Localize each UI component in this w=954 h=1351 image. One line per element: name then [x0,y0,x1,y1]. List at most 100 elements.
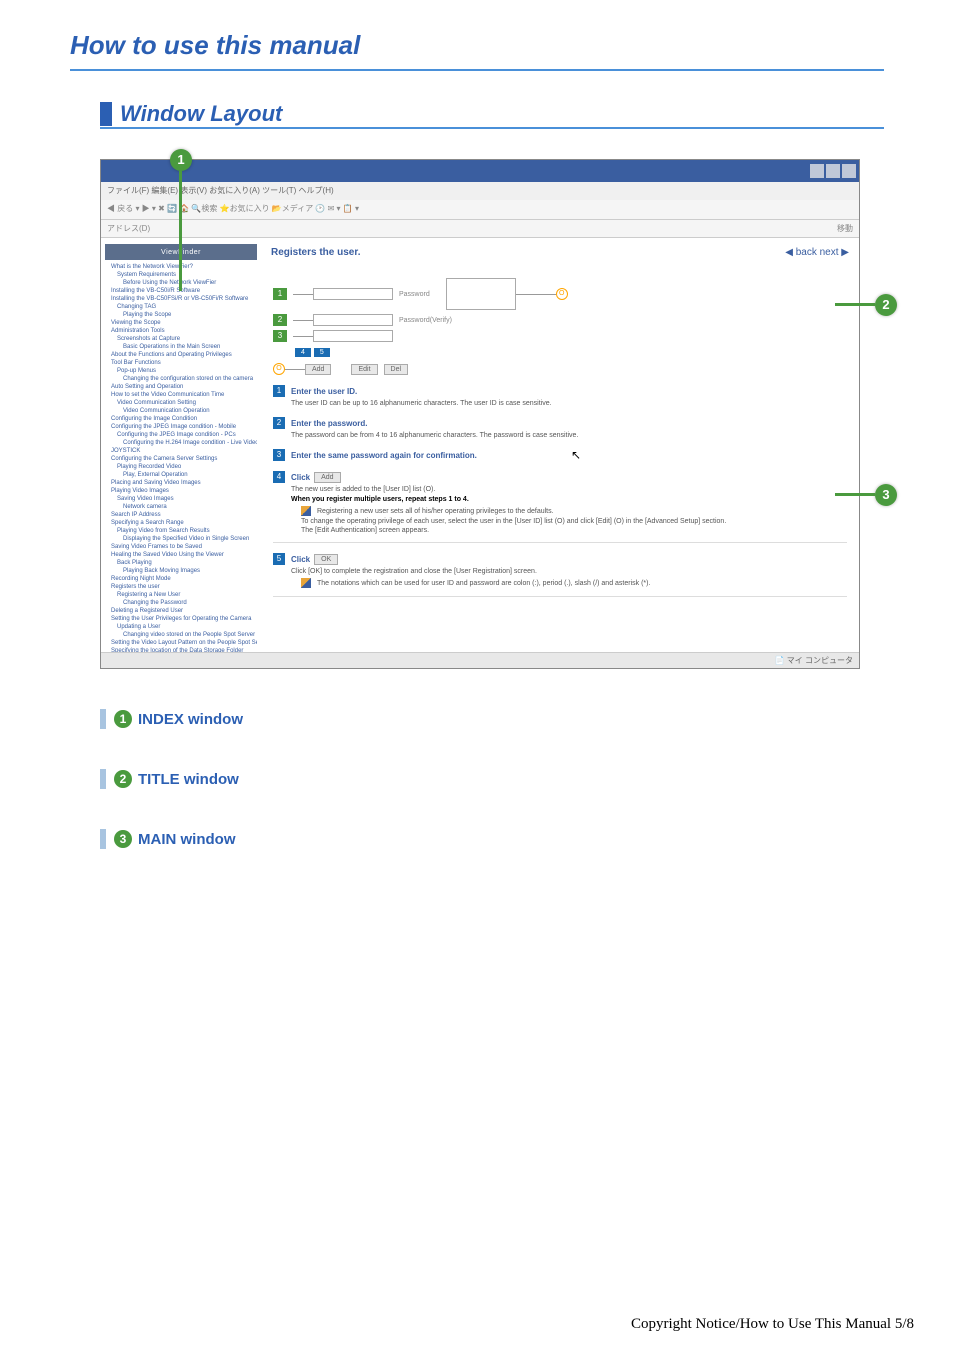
toolbar: ◀ 戻る ▾ ▶ ▾ ✖ 🔄 🏠 🔍検索 ⭐お気に入り 📂メディア 🕑 ✉ ▾ … [101,200,859,220]
sidebar-item: Back Playing [105,559,257,567]
label-circle-3: 3 [114,830,132,848]
sidebar-item: Healing the Saved Video Using the Viewer [105,551,257,559]
label-circle-1: 1 [114,710,132,728]
sidebar-item: Viewing the Scope [105,319,257,327]
userid-input [313,288,393,300]
main-title: Registers the user. [271,247,360,258]
sidebar-item: Saving Video Frames to be Saved [105,543,257,551]
sidebar-item: Playing the Scope [105,311,257,319]
sec4-body: The new user is added to the [User ID] l… [291,486,847,493]
edit-btn-illus: Add [305,364,331,375]
pencil-icon [301,506,311,516]
sidebar-item: Specifying a Search Range [105,519,257,527]
sec2-body: The password can be from 4 to 16 alphanu… [291,432,847,439]
label-text-3: MAIN window [138,831,236,848]
sec1-title: Enter the user ID. [291,387,357,396]
password-verify-input [313,330,393,342]
sidebar-item: Configuring the JPEG Image condition - M… [105,423,257,431]
page-heading: How to use this manual [70,30,884,71]
main-body: 1 Password O 2 Password(Veri [261,266,859,613]
callout-o-1: O [556,288,568,300]
label-bar-decor [100,769,106,789]
sidebar-item: Video Communication Setting [105,399,257,407]
list-box [446,278,516,310]
address-label: アドレス(D) [107,223,150,234]
note4: The notations which can be used for user… [317,580,650,587]
step-3: 3 [273,330,287,342]
cursor-icon: ↖ [571,448,581,462]
subheading: Window Layout [120,101,282,127]
add-btn-illus: 4 [295,348,311,357]
sidebar-item: Basic Operations in the Main Screen [105,343,257,351]
sidebar-item: Configuring the JPEG Image condition - P… [105,431,257,439]
del-btn-illus2: Del [384,364,409,375]
note2: To change the operating privilege of eac… [301,518,847,525]
sidebar-item: Setting the Video Layout Pattern on the … [105,639,257,647]
main-pane: Registers the user. ◀ back next ▶ 1 Pass… [261,238,859,668]
sidebar-item: Installing the VB-C50FSi/R or VB-C50Fi/R… [105,295,257,303]
password-verify-label: Password(Verify) [399,317,452,324]
sidebar-item: Play, External Operation [105,471,257,479]
sec2-num: 2 [273,417,285,429]
sidebar-item: Changing TAG [105,303,257,311]
embedded-screenshot: ファイル(F) 編集(E) 表示(V) お気に入り(A) ツール(T) ヘルプ(… [100,159,860,669]
sidebar-item: About the Functions and Operating Privil… [105,351,257,359]
callout-marker-3: 3 [875,484,897,506]
sidebar-item: Changing the configuration stored on the… [105,375,257,383]
note1: Registering a new user sets all of his/h… [317,508,554,515]
sidebar-item: How to set the Video Communication Time [105,391,257,399]
sidebar-item: JOYSTICK [105,447,257,455]
go-label: 移動 [837,223,853,234]
sidebar-item: Pop-up Menus [105,367,257,375]
maximize-icon [826,164,840,178]
sidebar-item: Auto Setting and Operation [105,383,257,391]
page-nav: ◀ back next ▶ [785,247,849,258]
sec5-num: 5 [273,553,285,565]
sidebar-item: Deleting a Registered User [105,607,257,615]
sec4-num: 4 [273,471,285,483]
menubar: ファイル(F) 編集(E) 表示(V) お気に入り(A) ツール(T) ヘルプ(… [101,182,859,200]
sec3-title: Enter the same password again for confir… [291,451,477,460]
label-text-1: INDEX window [138,711,243,728]
minimize-icon [810,164,824,178]
sidebar-item: Playing Video from Search Results [105,527,257,535]
step-2: 2 [273,314,287,326]
label-row-3: 3 MAIN window [100,829,884,849]
password-label-hint: Password [399,291,430,298]
sidebar-item: Search IP Address [105,511,257,519]
label-bar-decor [100,709,106,729]
sec4-bold: When you register multiple users, repeat… [291,496,847,503]
address-bar: アドレス(D) 移動 [101,220,859,238]
index-sidebar: ViewFinder What is the Network ViewFier?… [101,238,261,668]
sec1-body: The user ID can be up to 16 alphanumeric… [291,400,847,407]
subheading-decor [100,102,112,126]
page-footer: Copyright Notice/How to Use This Manual … [631,1316,914,1333]
pencil-icon-2 [301,578,311,588]
sidebar-item: Configuring the Camera Server Settings [105,455,257,463]
label-row-1: 1 INDEX window [100,709,884,729]
ok-btn-illus: 5 [314,348,330,357]
sidebar-item: Recording Night Mode [105,575,257,583]
sidebar-item: Tool Bar Functions [105,359,257,367]
sidebar-item: Saving Video Images [105,495,257,503]
callout-marker-1: 1 [170,149,192,171]
sidebar-item: Network camera [105,503,257,511]
sidebar-item: Updating a User [105,623,257,631]
sec4-btn: Add [314,472,340,483]
sidebar-item: Changing the Password [105,599,257,607]
sec3-num: 3 [273,449,285,461]
note3: The [Edit Authentication] screen appears… [301,527,847,534]
browser-body: ViewFinder What is the Network ViewFier?… [101,238,859,668]
main-header: Registers the user. ◀ back next ▶ [261,238,859,266]
sidebar-item: Playing Video Images [105,487,257,495]
sidebar-item: Registering a New User [105,591,257,599]
subheading-row: Window Layout [100,101,884,129]
sidebar-item: Configuring the Image Condition [105,415,257,423]
sidebar-item: Placing and Saving Video Images [105,479,257,487]
sec5-title: Click [291,555,310,564]
sec5-btn: OK [314,554,338,565]
sidebar-item: Displaying the Specified Video in Single… [105,535,257,543]
sidebar-item: Playing Back Moving Images [105,567,257,575]
step-1: 1 [273,288,287,300]
sec5-body: Click [OK] to complete the registration … [291,568,847,575]
